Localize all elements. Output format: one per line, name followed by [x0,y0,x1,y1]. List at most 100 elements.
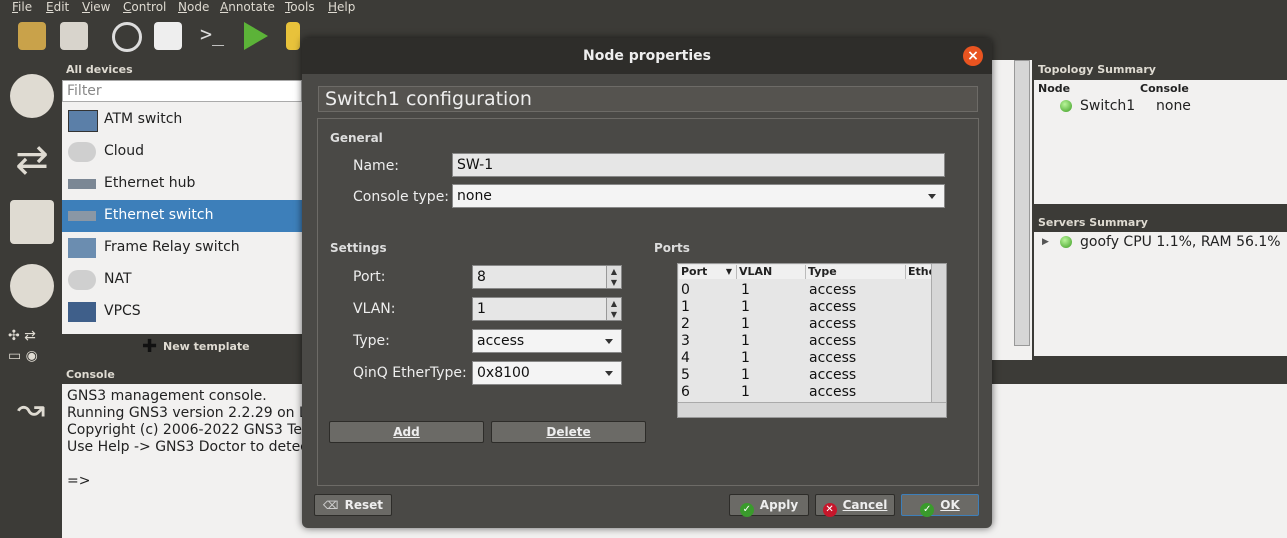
apply-button[interactable]: ✓ Apply [729,494,809,517]
port-spinbox[interactable]: 8 ▲ ▼ [472,265,622,289]
cell-type: access [809,299,857,315]
name-field[interactable]: SW-1 [452,153,945,177]
add-button[interactable]: Add [329,421,484,443]
ports-header-type[interactable]: Type [806,265,906,279]
server-status-led-icon [1060,236,1072,248]
add-link-icon[interactable]: ↝ [8,386,54,432]
dialog-title: Node properties [302,38,992,74]
menu-edit[interactable]: Edit [46,0,69,14]
topology-summary-title: Topology Summary [1038,63,1156,76]
delete-button-label: Delete [546,425,591,439]
spin-down-icon[interactable]: ▼ [606,309,621,320]
device-label: ATM switch [104,111,183,127]
devices-list: ATM switch Cloud Ethernet hub Ethernet s… [62,80,302,334]
table-row[interactable]: 6 1 access [678,384,930,401]
close-icon[interactable]: × [963,46,983,66]
console-type-label: Console type: [353,189,450,205]
add-button-label: Add [393,425,420,439]
ports-header-port[interactable]: Port ▼ [679,265,737,279]
open-project-icon[interactable] [60,22,88,50]
spin-down-icon[interactable]: ▼ [606,277,621,288]
device-item[interactable]: Ethernet hub [62,168,302,200]
console-panel-title: Console [66,368,115,381]
spin-up-icon[interactable]: ▲ [606,266,621,277]
name-label: Name: [353,158,400,174]
router-icon[interactable] [10,74,54,118]
topology-node-name[interactable]: Switch1 [1080,98,1135,114]
menu-help[interactable]: Help [328,0,355,14]
ok-button[interactable]: ✓ OK [901,494,979,517]
ports-header-port-label: Port [681,265,708,278]
vlan-spinbox[interactable]: 1 ▲ ▼ [472,297,622,321]
spin-up-icon[interactable]: ▲ [606,298,621,309]
ports-horizontal-scrollbar[interactable] [678,402,946,417]
delete-button[interactable]: Delete [491,421,646,443]
reset-button-label: Reset [344,498,383,512]
ports-table[interactable]: Port ▼ VLAN Type Ethe 0 1 access 1 1 access … [677,263,947,418]
device-item[interactable]: Frame Relay switch [62,232,302,264]
sort-down-icon: ▼ [725,267,732,276]
device-item[interactable]: ATM switch [62,104,302,136]
server-entry[interactable]: goofy CPU 1.1%, RAM 56.1% [1080,234,1281,250]
security-device-icon[interactable] [10,264,54,308]
cross-icon: ✕ [822,503,837,517]
cell-type: access [809,316,857,332]
type-select[interactable]: access [472,329,622,353]
device-type-dock: ⇄ ✣ ⇄ ▭ ◉ ↝ [0,60,62,538]
frame-relay-switch-icon [68,238,96,258]
cell-port: 1 [681,299,690,315]
cell-vlan: 1 [741,299,750,315]
reset-button[interactable]: ⌫ Reset [314,494,392,516]
ports-vertical-scrollbar[interactable] [931,264,946,404]
cancel-button[interactable]: ✕ Cancel [815,494,895,517]
device-item[interactable]: VPCS [62,296,302,328]
menu-tools[interactable]: Tools [285,0,315,14]
all-devices-icon[interactable]: ✣ ⇄ ▭ ◉ [8,326,54,372]
new-template-button[interactable]: ✚ New template [62,336,302,358]
topology-node-console: none [1156,98,1191,114]
start-all-icon[interactable] [244,22,268,50]
suspend-all-icon[interactable] [286,22,300,50]
cell-port: 4 [681,350,690,366]
console-all-icon[interactable]: >_ [200,22,228,50]
device-filter-input[interactable]: Filter [62,80,302,102]
device-item[interactable]: Cloud [62,136,302,168]
console-type-select[interactable]: none [452,184,945,208]
table-row[interactable]: 2 1 access [678,316,930,333]
device-item[interactable]: Ethernet switch [62,200,302,232]
apply-button-label: Apply [759,498,799,512]
show-interface-labels-icon[interactable] [154,22,182,50]
cell-type: access [809,333,857,349]
menu-file[interactable]: File [12,0,32,14]
ports-header-ethertype[interactable]: Ethe [906,265,936,279]
cell-port: 3 [681,333,690,349]
snapshot-clock-icon[interactable] [112,22,142,52]
col-node-header: Node [1038,82,1071,95]
menu-control[interactable]: Control [123,0,166,14]
ports-group-label: Ports [654,241,690,255]
end-device-monitor-icon[interactable] [10,200,54,244]
table-row[interactable]: 1 1 access [678,299,930,316]
config-body: General Name: SW-1 Console type: none Se… [317,118,979,486]
cell-vlan: 1 [741,350,750,366]
table-row[interactable]: 3 1 access [678,333,930,350]
port-label: Port: [353,269,386,285]
canvas-vertical-scrollbar[interactable] [1014,60,1030,346]
expand-arrow-icon[interactable]: ▶ [1042,237,1049,247]
menu-bar: File Edit View Control Node Annotate Too… [0,0,1287,16]
menu-annotate[interactable]: Annotate [220,0,275,14]
table-row[interactable]: 0 1 access [678,282,930,299]
table-row[interactable]: 5 1 access [678,367,930,384]
qinq-ethertype-select[interactable]: 0x8100 [472,361,622,385]
cell-port: 2 [681,316,690,332]
ports-header-vlan[interactable]: VLAN [737,265,806,279]
menu-view[interactable]: View [82,0,110,14]
ethernet-hub-icon [68,179,96,189]
device-item[interactable]: NAT [62,264,302,296]
table-row[interactable]: 4 1 access [678,350,930,367]
cell-vlan: 1 [741,384,750,400]
new-project-icon[interactable] [18,22,46,50]
switch-arrows-icon[interactable]: ⇄ [10,138,54,182]
console-output[interactable]: GNS3 management console. Running GNS3 ve… [62,384,302,538]
menu-node[interactable]: Node [178,0,209,14]
